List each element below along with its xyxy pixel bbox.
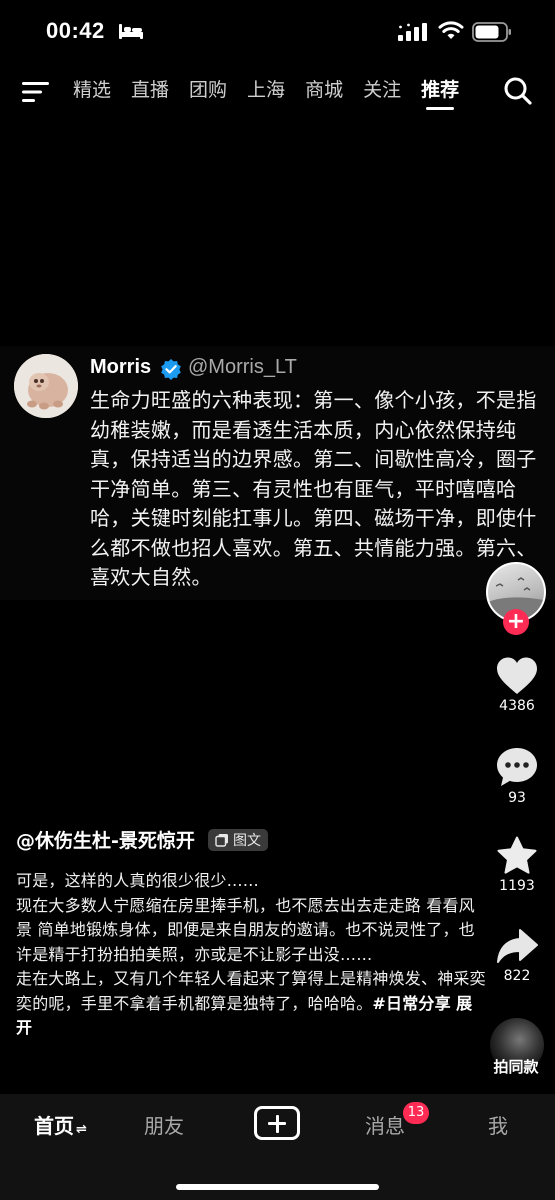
tab-mall[interactable]: 商城 <box>305 76 343 110</box>
signal-icon <box>398 23 427 41</box>
home-indicator <box>176 1184 379 1190</box>
tweet-author-name: Morris <box>90 356 152 378</box>
search-icon[interactable] <box>503 76 533 106</box>
status-time: 00:42 <box>46 18 105 43</box>
nav-friends[interactable]: 朋友 <box>144 1110 184 1139</box>
caption-line: 走在大路上，又有几个年轻人看起来了算得上是精神焕发、神采奕奕的呢，手里不拿着手机… <box>16 969 486 1037</box>
nav-home[interactable]: 首页 ⇌ <box>34 1110 87 1139</box>
tab-group-buy[interactable]: 团购 <box>189 76 227 110</box>
bed-icon <box>119 24 143 39</box>
image-stack-icon <box>215 833 228 847</box>
star-icon <box>497 836 537 874</box>
nav-tabs: 精选 直播 团购 上海 商城 关注 推荐 <box>73 76 479 110</box>
share-arrow-icon <box>497 929 538 963</box>
nav-messages[interactable]: 消息 <box>365 1110 405 1139</box>
caption-text: 可是，这样的人真的很少很少…… 现在大多数人宁愿缩在房里捧手机，也不愿去出去走走… <box>16 869 486 1041</box>
caption-line: 可是，这样的人真的很少很少…… <box>16 871 260 890</box>
menu-icon[interactable] <box>22 80 50 104</box>
comment-button[interactable]: 93 <box>486 746 548 806</box>
comment-count: 93 <box>508 790 526 806</box>
like-count: 4386 <box>499 698 535 714</box>
comment-icon <box>497 748 537 786</box>
tab-following[interactable]: 关注 <box>363 76 401 110</box>
post-type-badge: 图文 <box>207 828 268 851</box>
status-bar: 00:42 <box>0 0 555 66</box>
tab-shanghai[interactable]: 上海 <box>247 76 285 110</box>
same-style-label[interactable]: 拍同款 <box>478 1056 554 1077</box>
messages-badge: 13 <box>403 1102 429 1124</box>
tardigrade-avatar-icon <box>14 354 78 418</box>
favorite-button[interactable]: 1193 <box>486 836 548 894</box>
verified-badge-icon <box>161 359 181 380</box>
hashtag-link[interactable]: #日常分享 <box>372 994 450 1013</box>
battery-icon <box>472 22 511 42</box>
tweet-body: 生命力旺盛的六种表现：第一、像个小孩，不是指幼稚装嫩，而是看透生活本质，内心依然… <box>90 388 537 589</box>
nav-me[interactable]: 我 <box>488 1110 508 1139</box>
tweet-author-handle: @Morris_LT <box>188 356 297 378</box>
caption-line: 现在大多数人宁愿缩在房里捧手机，也不愿去出去走走路 看看风景 简单地锻炼身体，即… <box>16 895 475 964</box>
share-button[interactable]: 822 <box>486 928 548 984</box>
post-caption: @休伤生杜-景死惊开 图文 可是，这样的人真的很少很少…… 现在大多数人宁愿缩在… <box>16 826 486 1041</box>
follow-button[interactable]: + <box>503 609 529 635</box>
top-nav: 精选 直播 团购 上海 商城 关注 推荐 <box>0 66 555 122</box>
create-post-button[interactable] <box>254 1106 300 1140</box>
share-count: 822 <box>503 968 531 984</box>
favorite-count: 1193 <box>499 878 535 894</box>
tab-live[interactable]: 直播 <box>131 76 169 110</box>
wifi-icon <box>438 21 464 39</box>
tweet-image-card[interactable]: Morris @Morris_LT 生命力旺盛的六种表现：第一、像个小孩，不是指… <box>0 346 555 600</box>
post-author-handle[interactable]: @休伤生杜-景死惊开 <box>16 826 195 853</box>
tweet-avatar <box>14 354 78 418</box>
heart-icon <box>497 657 537 694</box>
active-tab-underline <box>426 107 455 110</box>
like-button[interactable]: 4386 <box>486 656 548 714</box>
tab-recommended[interactable]: 推荐 <box>421 76 459 110</box>
tab-featured[interactable]: 精选 <box>73 76 111 110</box>
swap-icon: ⇌ <box>76 1122 87 1137</box>
